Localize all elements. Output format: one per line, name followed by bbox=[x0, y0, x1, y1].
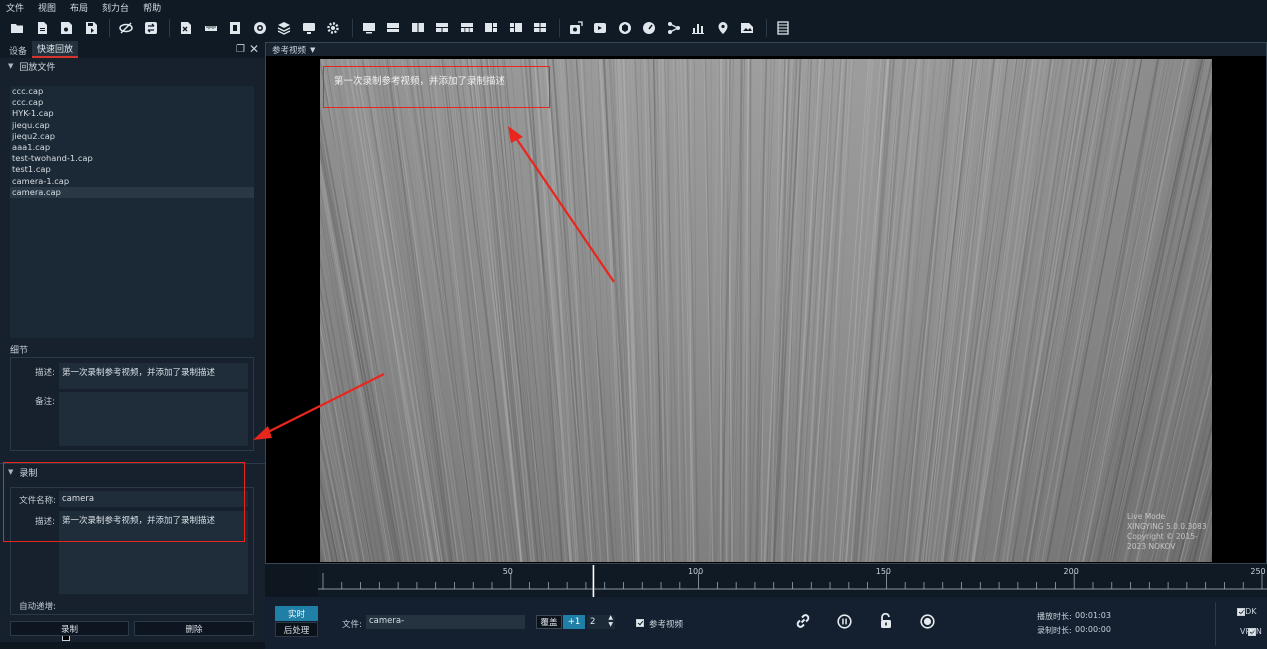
annotation-arrow-head bbox=[253, 426, 272, 440]
annotation-arrows bbox=[253, 126, 615, 440]
annotation-arrow-line bbox=[265, 373, 385, 434]
annotation-arrow-head bbox=[508, 126, 523, 143]
annotation-arrow-line bbox=[515, 137, 615, 283]
